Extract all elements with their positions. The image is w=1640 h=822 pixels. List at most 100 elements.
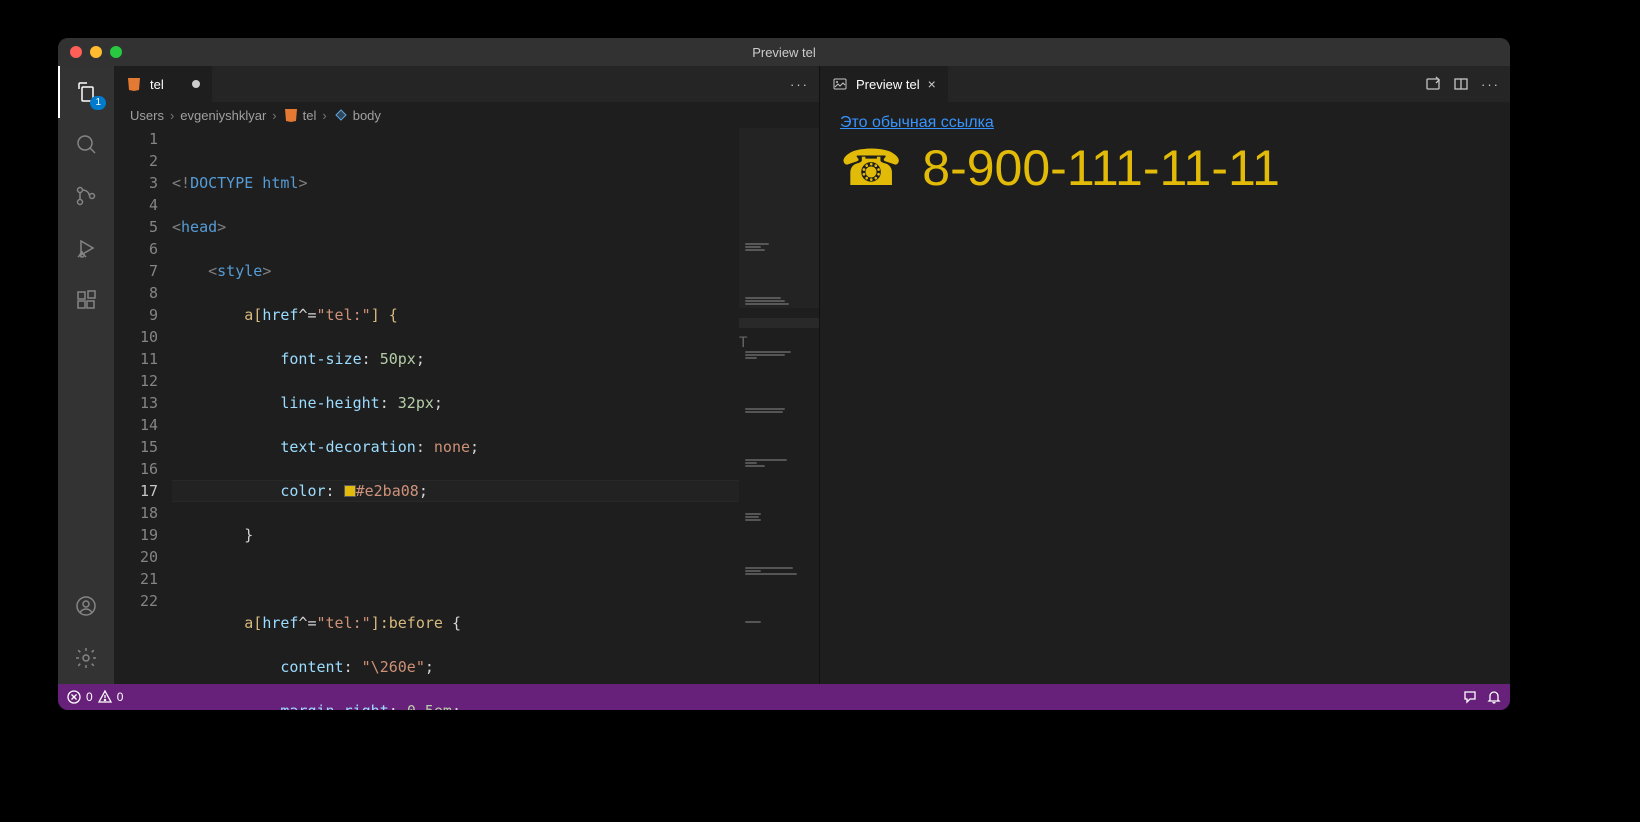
telephone-icon: ☎ <box>840 140 902 196</box>
show-source-icon[interactable] <box>1425 76 1441 92</box>
code-token: : <box>344 658 362 676</box>
code-token: ; <box>419 482 428 500</box>
line-number: 13 <box>114 392 158 414</box>
editor-group-right: Preview tel × ··· Это обычная ссы <box>820 66 1510 684</box>
error-icon <box>66 689 82 705</box>
line-number: 17 <box>114 480 158 502</box>
tab-label: Preview tel <box>856 77 920 92</box>
tab-tel[interactable]: tel <box>114 66 213 102</box>
code-token: ; <box>425 658 434 676</box>
editor-group-left: tel ··· Users › evgeniyshklyar › tel › <box>114 66 820 684</box>
vscode-window: Preview tel 1 <box>58 38 1510 710</box>
editors-container: tel ··· Users › evgeniyshklyar › tel › <box>114 66 1510 684</box>
code-editor[interactable]: 12345678910111213141516171819202122 <!DO… <box>114 128 819 684</box>
close-icon[interactable]: × <box>928 76 936 92</box>
warning-count: 0 <box>117 690 124 704</box>
editor-more-actions-icon[interactable]: ··· <box>1481 77 1500 92</box>
color-swatch-icon <box>344 485 356 497</box>
code-token <box>172 438 280 456</box>
run-debug-icon[interactable] <box>58 222 114 274</box>
code-token: a <box>244 614 253 632</box>
tabs-row-right: Preview tel × ··· <box>820 66 1510 102</box>
code-token: < <box>172 218 181 236</box>
code-token: ] { <box>371 306 398 324</box>
code-token <box>172 394 280 412</box>
breadcrumb-seg[interactable]: body <box>353 108 381 123</box>
status-problems[interactable]: 0 0 <box>66 689 123 705</box>
code-token: line-height <box>280 394 379 412</box>
breadcrumb-seg[interactable]: tel <box>303 108 317 123</box>
html-file-icon <box>126 76 142 92</box>
extensions-icon[interactable] <box>58 274 114 326</box>
error-count: 0 <box>86 690 93 704</box>
code-content[interactable]: <!DOCTYPE html> <head> <style> a[href^="… <box>172 128 819 684</box>
line-number: 8 <box>114 282 158 304</box>
line-number: 21 <box>114 568 158 590</box>
dirty-indicator-icon <box>192 80 200 88</box>
line-number: 6 <box>114 238 158 260</box>
code-token: < <box>172 262 217 280</box>
line-number: 9 <box>114 304 158 326</box>
preview-tel-link[interactable]: ☎8-900-111-11-11 <box>840 140 1490 196</box>
code-token: ^= <box>298 614 316 632</box>
line-number: 18 <box>114 502 158 524</box>
code-token: content <box>280 658 343 676</box>
line-number: 10 <box>114 326 158 348</box>
code-token: : <box>380 394 398 412</box>
accounts-icon[interactable] <box>58 580 114 632</box>
titlebar[interactable]: Preview tel <box>58 38 1510 66</box>
code-token: <! <box>172 174 190 192</box>
code-token <box>172 702 280 710</box>
tab-preview-tel[interactable]: Preview tel × <box>820 66 949 102</box>
breadcrumbs[interactable]: Users › evgeniyshklyar › tel › body <box>114 102 819 128</box>
line-number: 11 <box>114 348 158 370</box>
line-number: 2 <box>114 150 158 172</box>
feedback-icon[interactable] <box>1462 689 1478 705</box>
breadcrumb-seg[interactable]: evgeniyshklyar <box>180 108 266 123</box>
minimap[interactable]: T <box>739 128 819 684</box>
code-token: none <box>434 438 470 456</box>
code-token: "tel:" <box>317 306 371 324</box>
code-token: :before <box>380 614 443 632</box>
bell-icon[interactable] <box>1486 689 1502 705</box>
chevron-right-icon: › <box>322 108 326 123</box>
line-number: 7 <box>114 260 158 282</box>
preview-regular-link[interactable]: Это обычная ссылка <box>840 114 994 131</box>
minimap-marker: T <box>739 332 747 354</box>
settings-gear-icon[interactable] <box>58 632 114 684</box>
code-token: href <box>262 306 298 324</box>
breadcrumb-seg[interactable]: Users <box>130 108 164 123</box>
line-number: 3 <box>114 172 158 194</box>
code-token: : <box>362 350 380 368</box>
minimap-viewport[interactable] <box>739 128 819 308</box>
search-icon[interactable] <box>58 118 114 170</box>
preview-icon <box>832 76 848 92</box>
code-token: : <box>389 702 407 710</box>
code-token: color <box>280 482 325 500</box>
explorer-icon[interactable]: 1 <box>58 66 114 118</box>
code-token: ] <box>371 614 380 632</box>
explorer-badge: 1 <box>90 96 106 110</box>
code-token: style <box>217 262 262 280</box>
editor-more-actions-icon[interactable]: ··· <box>790 77 809 92</box>
code-token: ; <box>452 702 461 710</box>
symbol-icon <box>333 107 349 123</box>
html-file-icon <box>283 107 299 123</box>
split-editor-icon[interactable] <box>1453 76 1469 92</box>
code-token <box>172 614 244 632</box>
tabs-row-left: tel ··· <box>114 66 819 102</box>
code-token: a <box>244 306 253 324</box>
window-title: Preview tel <box>58 45 1510 60</box>
line-number: 20 <box>114 546 158 568</box>
chevron-right-icon: › <box>272 108 276 123</box>
code-token <box>172 482 280 500</box>
gutter: 12345678910111213141516171819202122 <box>114 128 172 684</box>
code-token: { <box>443 614 461 632</box>
code-token: > <box>217 218 226 236</box>
source-control-icon[interactable] <box>58 170 114 222</box>
code-token: ; <box>434 394 443 412</box>
code-token: "tel:" <box>317 614 371 632</box>
preview-pane: Это обычная ссылка ☎8-900-111-11-11 <box>820 102 1510 684</box>
code-token: text-decoration <box>280 438 415 456</box>
line-number: 19 <box>114 524 158 546</box>
